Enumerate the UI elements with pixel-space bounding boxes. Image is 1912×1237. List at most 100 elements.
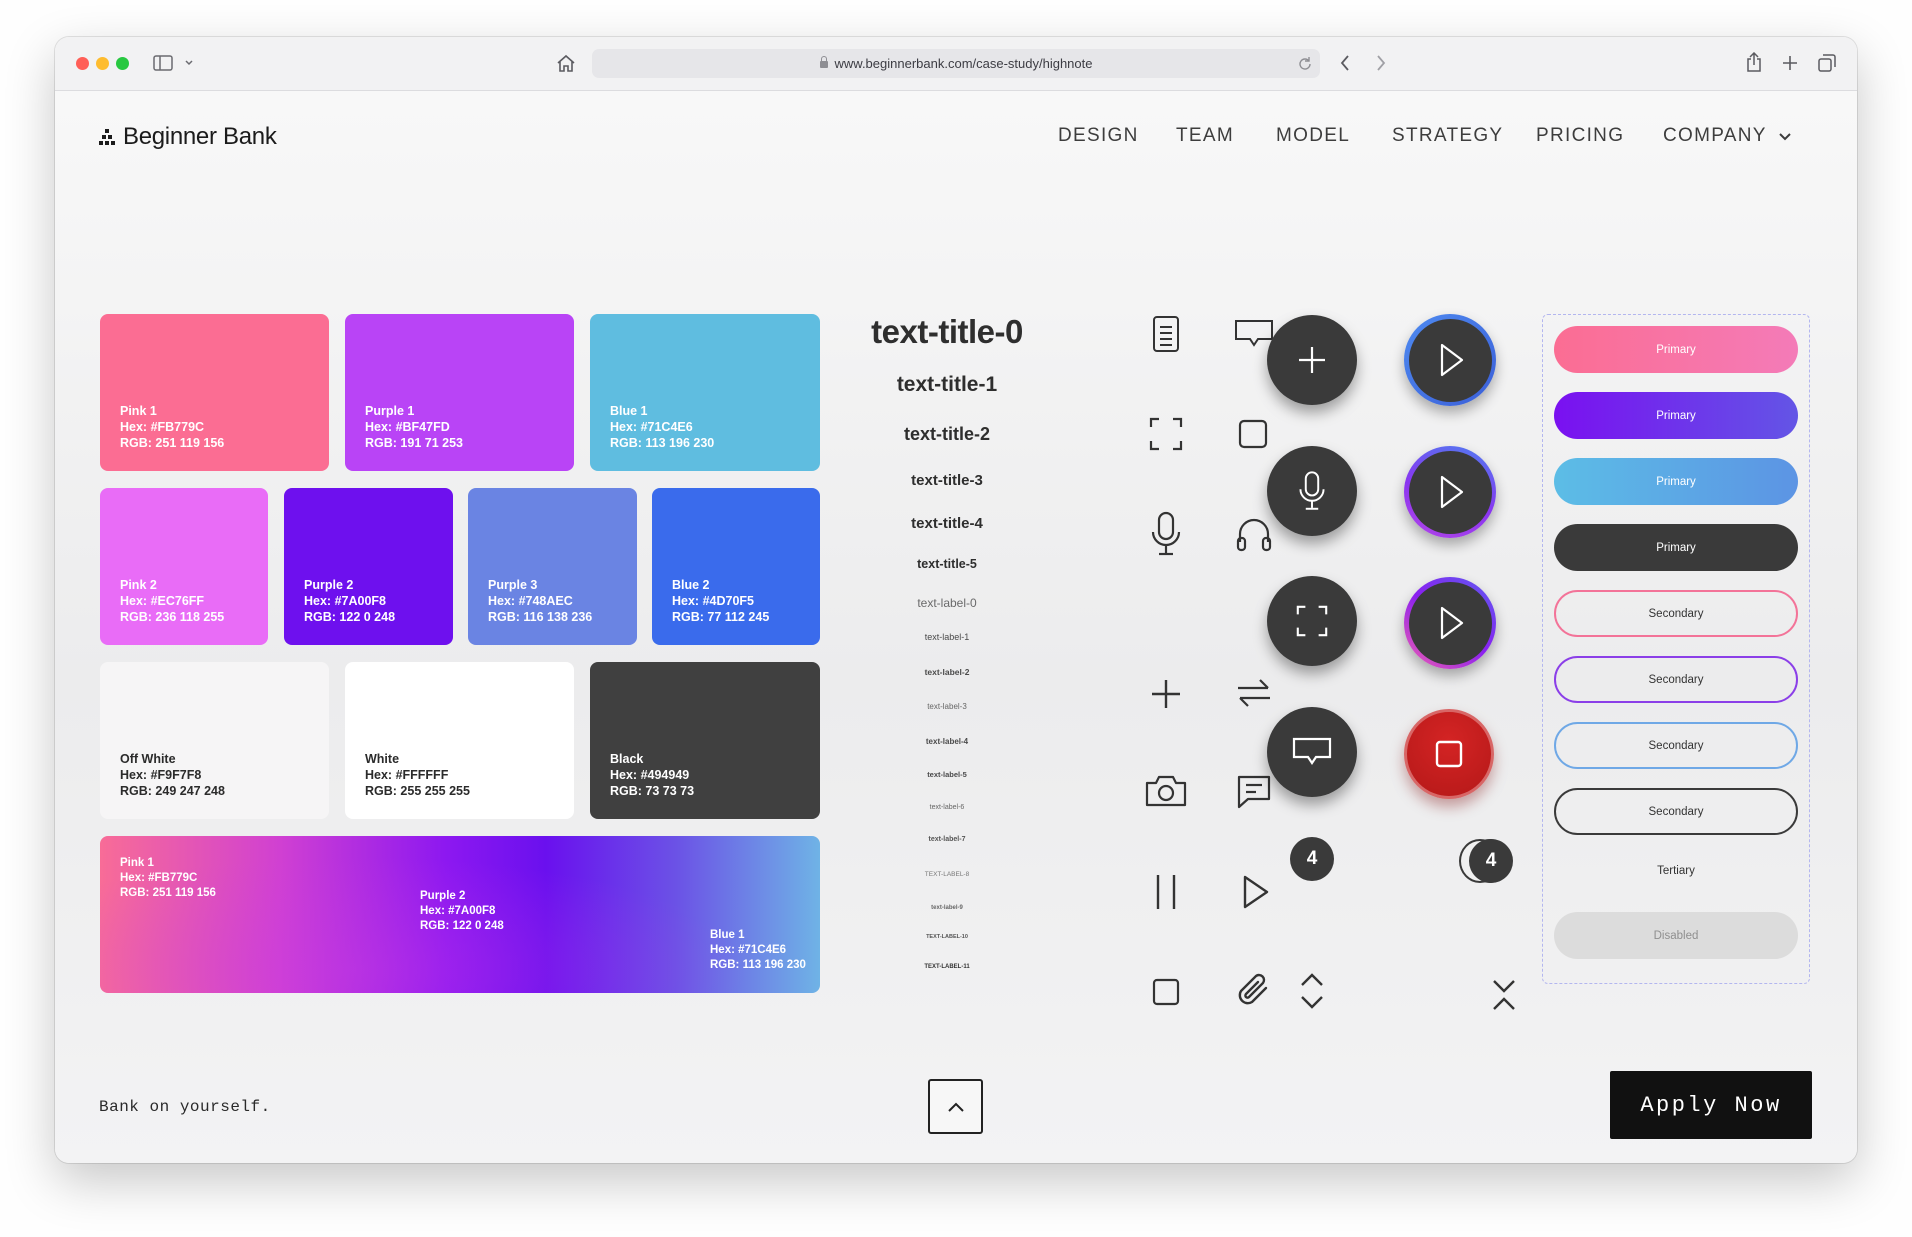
message-icon xyxy=(1231,769,1277,815)
swatch-name: Blue 2 xyxy=(672,578,710,592)
chevron-down-icon[interactable] xyxy=(182,54,196,72)
swatch-hex: Hex: #71C4E6 xyxy=(610,420,693,434)
primary-button-dark[interactable]: Primary xyxy=(1554,524,1798,571)
disabled-button: Disabled xyxy=(1554,912,1798,959)
swatch-purple-3: Purple 3 Hex: #748AEC RGB: 116 138 236 xyxy=(468,488,637,645)
nav-design[interactable]: DESIGN xyxy=(1058,125,1139,147)
stop-recording-button[interactable] xyxy=(1404,709,1494,799)
play-icon xyxy=(1440,606,1464,640)
swatch-name: Purple 2 xyxy=(304,578,354,592)
site-logo[interactable]: Beginner Bank xyxy=(99,123,277,151)
swatch-blue-2: Blue 2 Hex: #4D70F5 RGB: 77 112 245 xyxy=(652,488,820,645)
back-icon[interactable] xyxy=(1334,51,1356,75)
new-tab-icon[interactable] xyxy=(1778,51,1802,75)
secondary-button-dark[interactable]: Secondary xyxy=(1554,788,1798,835)
stop-icon xyxy=(1144,970,1188,1014)
forward-icon[interactable] xyxy=(1370,51,1392,75)
zoom-window-button[interactable] xyxy=(116,57,129,70)
swatch-hex: Hex: #EC76FF xyxy=(120,594,205,608)
stacked-count-badge: 4 xyxy=(1469,839,1513,883)
apply-now-button[interactable]: Apply Now xyxy=(1610,1071,1812,1139)
browser-toolbar: www.beginnerbank.com/case-study/highnote xyxy=(55,37,1857,91)
share-icon[interactable] xyxy=(1742,49,1766,75)
page-content: Beginner Bank DESIGN TEAM MODEL STRATEGY… xyxy=(55,91,1857,1163)
tab-overview-icon[interactable] xyxy=(1815,51,1839,75)
swatch-name: Purple 1 xyxy=(365,404,415,418)
secondary-button-blue[interactable]: Secondary xyxy=(1554,722,1798,769)
swatch-hex: Hex: #FB779C xyxy=(120,420,205,434)
chevron-up-down-icon[interactable] xyxy=(1295,968,1329,1014)
nav-team[interactable]: TEAM xyxy=(1176,125,1234,147)
logo-text: Beginner Bank xyxy=(123,123,277,150)
play-fab-inner xyxy=(1408,450,1492,534)
type-text-label-10: TEXT-LABEL-10 xyxy=(926,934,968,940)
swatch-hex: Hex: #7A00F8 xyxy=(304,594,386,608)
primary-button-purple[interactable]: Primary xyxy=(1554,392,1798,439)
stop-rgb: RGB: 113 196 230 xyxy=(710,959,806,971)
swatch-name: Pink 2 xyxy=(120,578,157,592)
browser-window: www.beginnerbank.com/case-study/highnote… xyxy=(55,37,1857,1163)
secondary-button-purple[interactable]: Secondary xyxy=(1554,656,1798,703)
sidebar-icon[interactable] xyxy=(152,52,174,74)
swatch-name: Off White xyxy=(120,752,176,766)
swatch-hex: Hex: #F9F7F8 xyxy=(120,768,202,782)
headphones-icon xyxy=(1231,511,1277,557)
scroll-to-top-button[interactable] xyxy=(928,1079,983,1134)
play-fab-blue-ring[interactable] xyxy=(1404,314,1496,406)
microphone-icon xyxy=(1299,471,1325,510)
type-text-label-11: TEXT-LABEL-11 xyxy=(924,964,970,970)
swatch-rgb: RGB: 122 0 248 xyxy=(304,610,396,624)
stop-rgb: RGB: 251 119 156 xyxy=(120,887,216,899)
swatch-pink-2: Pink 2 Hex: #EC76FF RGB: 236 118 255 xyxy=(100,488,268,645)
type-text-title-2: text-title-2 xyxy=(903,424,990,444)
tertiary-button[interactable]: Tertiary xyxy=(1554,847,1798,894)
paperclip-icon xyxy=(1231,968,1277,1014)
swatch-name: Black xyxy=(610,752,644,766)
close-window-button[interactable] xyxy=(76,57,89,70)
reload-icon[interactable] xyxy=(1298,56,1312,73)
type-text-title-5: text-title-5 xyxy=(917,557,977,571)
add-fab-button[interactable] xyxy=(1267,315,1357,405)
swatch-rgb: RGB: 77 112 245 xyxy=(672,610,770,624)
pause-icon xyxy=(1144,870,1188,914)
secondary-button-pink[interactable]: Secondary xyxy=(1554,590,1798,637)
gradient-swatch: Pink 1 Hex: #FB779C RGB: 251 119 156 Purpl… xyxy=(100,836,820,993)
chat-fab-button[interactable] xyxy=(1267,707,1357,797)
nav-strategy[interactable]: STRATEGY xyxy=(1392,125,1503,147)
nav-model[interactable]: MODEL xyxy=(1276,125,1350,147)
type-text-label-6: text-label-6 xyxy=(929,804,965,811)
address-bar[interactable]: www.beginnerbank.com/case-study/highnote xyxy=(592,49,1320,78)
swatch-purple-1: Purple 1 Hex: #BF47FD RGB: 191 71 253 xyxy=(345,314,574,471)
swatch-hex: Hex: #748AEC xyxy=(488,594,573,608)
type-text-label-4: text-label-4 xyxy=(925,737,969,746)
type-text-label-7: text-label-7 xyxy=(928,836,966,843)
plus-icon xyxy=(1144,672,1188,716)
stop-hex: Hex: #71C4E6 xyxy=(710,944,787,956)
button-states-panel: Primary Primary Primary Primary Secondar… xyxy=(1542,314,1810,984)
fullscreen-icon xyxy=(1144,412,1188,456)
swatch-rgb: RGB: 236 118 255 xyxy=(120,610,225,624)
type-text-label-5: text-label-5 xyxy=(927,770,967,779)
company-chevron-down-icon[interactable] xyxy=(1776,128,1794,146)
nav-pricing[interactable]: PRICING xyxy=(1536,125,1624,147)
swatch-hex: Hex: #FFFFFF xyxy=(365,768,449,782)
swatch-rgb: RGB: 116 138 236 xyxy=(488,610,593,624)
gradient-stop-pink-1: Pink 1 Hex: #FB779C RGB: 251 119 156 xyxy=(120,856,216,901)
play-fab-purple-ring[interactable] xyxy=(1404,446,1496,538)
collapse-icon[interactable] xyxy=(1487,975,1521,1015)
play-fab-gradient-ring[interactable] xyxy=(1404,577,1496,669)
home-icon[interactable] xyxy=(554,51,578,75)
nav-company[interactable]: COMPANY xyxy=(1663,125,1767,147)
primary-button-blue[interactable]: Primary xyxy=(1554,458,1798,505)
fullscreen-fab-button[interactable] xyxy=(1267,576,1357,666)
type-text-title-0: text-title-0 xyxy=(871,313,1023,350)
swatch-name: White xyxy=(365,752,400,766)
chevron-up-icon xyxy=(947,1102,964,1112)
minimize-window-button[interactable] xyxy=(96,57,109,70)
microphone-icon xyxy=(1144,509,1188,559)
primary-button-pink[interactable]: Primary xyxy=(1554,326,1798,373)
swatch-black: Black Hex: #494949 RGB: 73 73 73 xyxy=(590,662,820,819)
microphone-fab-button[interactable] xyxy=(1267,446,1357,536)
type-text-label-3: text-label-3 xyxy=(927,702,967,711)
fullscreen-icon xyxy=(1296,605,1328,637)
